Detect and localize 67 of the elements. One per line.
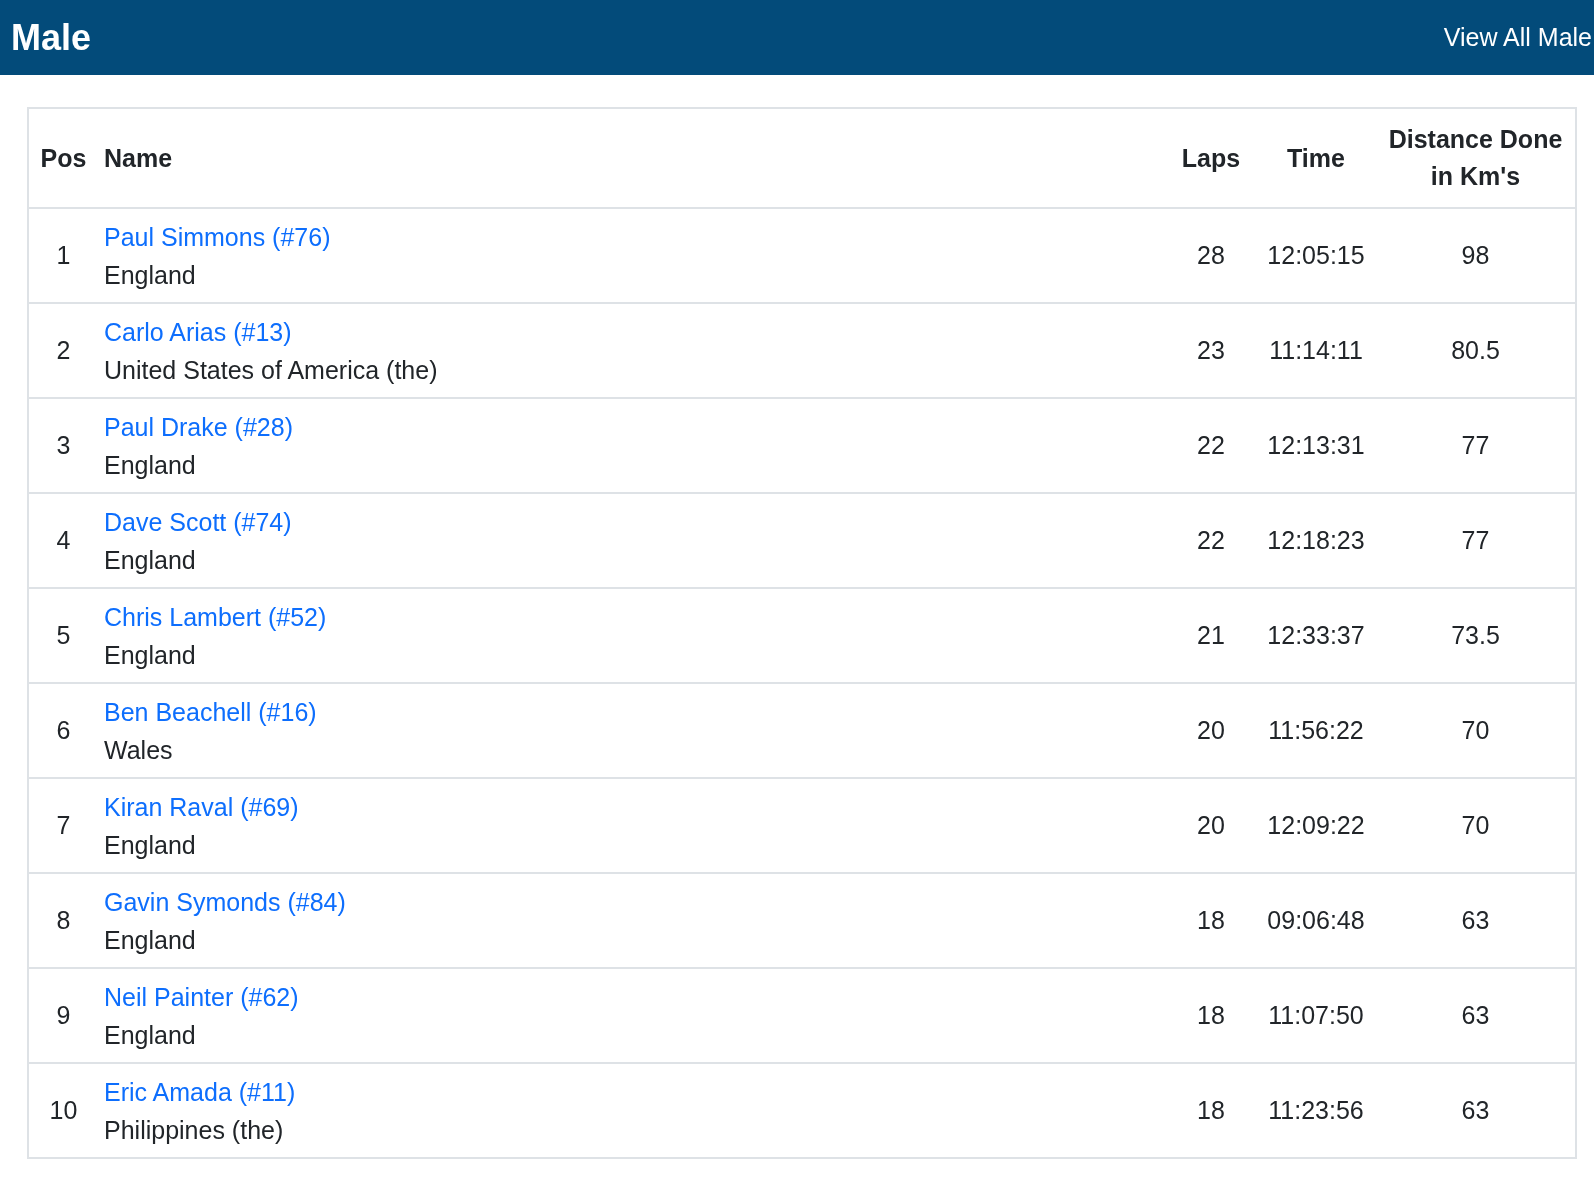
position-cell: 2 — [56, 336, 71, 364]
distance-cell: 63 — [1461, 1001, 1490, 1029]
country-text: England — [104, 829, 196, 861]
position-cell: 5 — [56, 621, 71, 649]
view-all-link[interactable]: View All Male — [1443, 23, 1592, 52]
country-text: England — [104, 1019, 196, 1051]
distance-cell: 63 — [1461, 1096, 1490, 1124]
column-header: Pos — [40, 143, 87, 172]
country-text: England — [104, 639, 196, 671]
column-header: Time — [1287, 143, 1345, 172]
time-cell: 12:18:23 — [1267, 526, 1365, 554]
column-header: Name — [104, 143, 173, 172]
position-cell: 4 — [56, 526, 71, 554]
position-cell: 6 — [56, 716, 71, 744]
country-text: England — [104, 924, 196, 956]
position-cell: 1 — [56, 241, 71, 269]
country-text: England — [104, 259, 196, 291]
time-cell: 11:56:22 — [1268, 716, 1364, 744]
position-cell: 8 — [56, 906, 71, 934]
laps-cell: 18 — [1197, 1001, 1225, 1029]
position-cell: 10 — [49, 1096, 78, 1124]
time-cell: 11:07:50 — [1268, 1001, 1364, 1029]
column-header: Distance Done in Km's — [1388, 125, 1563, 190]
runner-link[interactable]: Gavin Symonds (#84) — [104, 882, 346, 921]
laps-cell: 20 — [1197, 716, 1225, 744]
laps-cell: 21 — [1197, 621, 1225, 649]
time-cell: 12:09:22 — [1267, 811, 1365, 839]
time-cell: 12:13:31 — [1267, 431, 1365, 459]
time-cell: 11:14:11 — [1269, 336, 1363, 364]
laps-cell: 28 — [1197, 241, 1225, 269]
time-cell: 12:05:15 — [1267, 241, 1365, 269]
position-cell: 7 — [56, 811, 71, 839]
runner-link[interactable]: Chris Lambert (#52) — [104, 597, 327, 636]
time-cell: 12:33:37 — [1267, 621, 1365, 649]
laps-cell: 22 — [1197, 431, 1225, 459]
distance-cell: 80.5 — [1451, 336, 1500, 364]
laps-cell: 18 — [1197, 1096, 1225, 1124]
distance-cell: 73.5 — [1451, 621, 1500, 649]
country-text: England — [104, 449, 196, 481]
distance-cell: 98 — [1461, 241, 1490, 269]
country-text: England — [104, 544, 196, 576]
country-text: Philippines (the) — [104, 1114, 284, 1146]
runner-link[interactable]: Neil Painter (#62) — [104, 977, 299, 1016]
column-header: Laps — [1181, 143, 1241, 172]
laps-cell: 22 — [1197, 526, 1225, 554]
runner-link[interactable]: Dave Scott (#74) — [104, 502, 292, 541]
laps-cell: 18 — [1197, 906, 1225, 934]
time-cell: 11:23:56 — [1268, 1096, 1364, 1124]
country-text: Wales — [104, 734, 173, 766]
laps-cell: 20 — [1197, 811, 1225, 839]
distance-cell: 63 — [1461, 906, 1490, 934]
runner-link[interactable]: Kiran Raval (#69) — [104, 787, 299, 826]
laps-cell: 23 — [1197, 336, 1225, 364]
runner-link[interactable]: Eric Amada (#11) — [104, 1072, 296, 1111]
runner-link[interactable]: Ben Beachell (#16) — [104, 692, 317, 731]
distance-cell: 77 — [1461, 431, 1490, 459]
position-cell: 9 — [56, 1001, 71, 1029]
position-cell: 3 — [56, 431, 71, 459]
time-cell: 09:06:48 — [1267, 906, 1365, 934]
distance-cell: 77 — [1461, 526, 1490, 554]
distance-cell: 70 — [1461, 811, 1490, 839]
country-text: United States of America (the) — [104, 354, 438, 386]
runner-link[interactable]: Paul Drake (#28) — [104, 407, 293, 446]
distance-cell: 70 — [1461, 716, 1490, 744]
runner-link[interactable]: Paul Simmons (#76) — [104, 217, 331, 256]
section-title: Male — [11, 16, 92, 59]
runner-link[interactable]: Carlo Arias (#13) — [104, 312, 292, 351]
